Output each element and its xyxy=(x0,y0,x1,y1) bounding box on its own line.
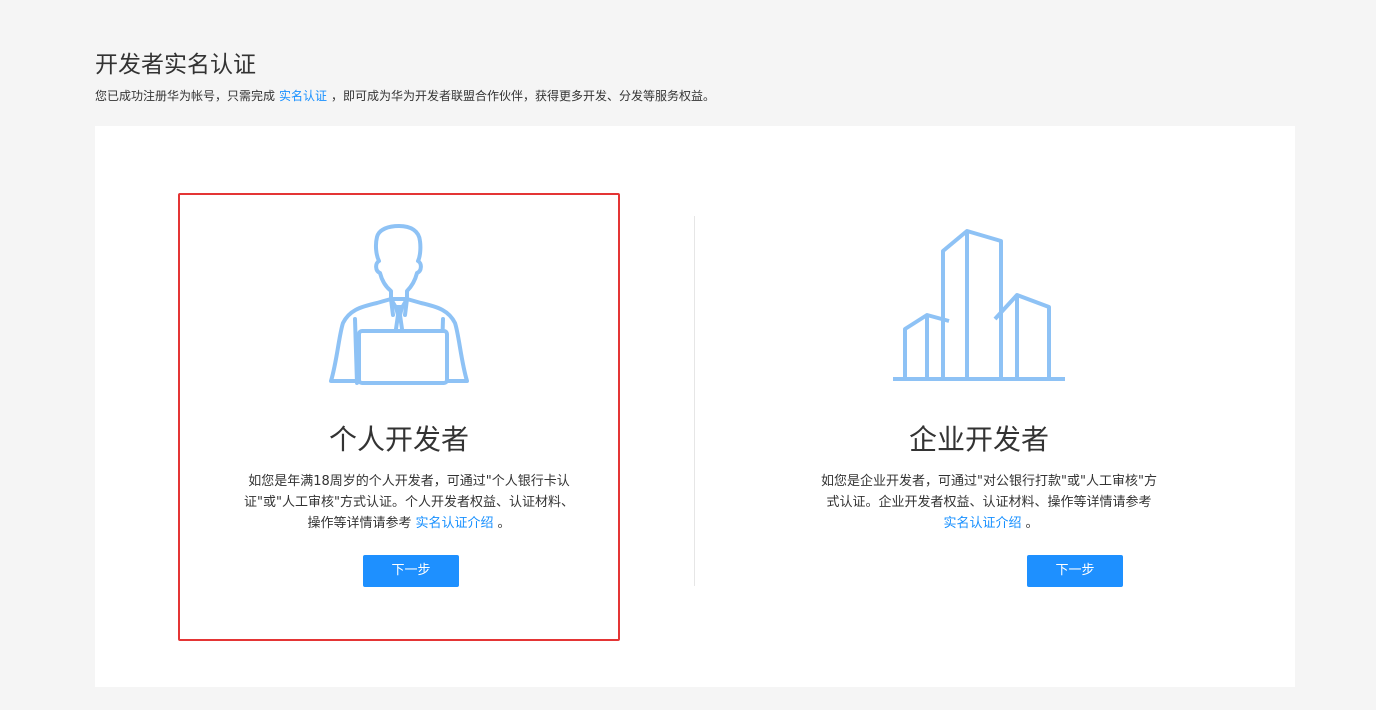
personal-developer-description: 如您是年满18周岁的个人开发者，可通过"个人银行卡认证"或"人工审核"方式认证。… xyxy=(240,471,578,534)
enterprise-developer-title: 企业开发者 xyxy=(908,423,1049,456)
buildings-icon xyxy=(760,223,1198,387)
personal-developer-card[interactable]: 个人开发者 如您是年满18周岁的个人开发者，可通过"个人银行卡认证"或"人工审核… xyxy=(178,193,620,641)
page-description-prefix: 您已成功注册华为帐号，只需完成 xyxy=(95,89,276,103)
main-panel: 个人开发者 如您是年满18周岁的个人开发者，可通过"个人银行卡认证"或"人工审核… xyxy=(95,126,1295,687)
enterprise-developer-description: 如您是企业开发者，可通过"对公银行打款"或"人工审核"方式认证。企业开发者权益、… xyxy=(820,471,1158,534)
page-header: 开发者实名认证 您已成功注册华为帐号，只需完成 实名认证 ，即可成为华为开发者联盟合… xyxy=(95,48,715,106)
real-name-auth-link[interactable]: 实名认证 xyxy=(279,89,327,103)
enterprise-developer-card[interactable]: 企业开发者 如您是企业开发者，可通过"对公银行打款"或"人工审核"方式认证。企业… xyxy=(758,193,1200,641)
page-description: 您已成功注册华为帐号，只需完成 实名认证 ，即可成为华为开发者联盟合作伙伴，获得更多… xyxy=(95,86,715,106)
enterprise-desc-end: 。 xyxy=(1025,516,1039,531)
enterprise-developer-desc-text: 如您是企业开发者，可通过"对公银行打款"或"人工审核"方式认证。企业开发者权益、… xyxy=(821,474,1157,510)
enterprise-next-button[interactable]: 下一步 xyxy=(1027,555,1123,587)
card-divider xyxy=(694,216,695,586)
person-laptop-icon xyxy=(180,223,618,387)
personal-auth-intro-link[interactable]: 实名认证介绍 xyxy=(415,516,493,531)
personal-desc-end: 。 xyxy=(497,516,511,531)
personal-developer-desc-text: 如您是年满18周岁的个人开发者，可通过"个人银行卡认证"或"人工审核"方式认证。… xyxy=(244,474,574,531)
personal-developer-title: 个人开发者 xyxy=(328,423,469,456)
personal-next-button[interactable]: 下一步 xyxy=(363,555,459,587)
enterprise-auth-intro-link[interactable]: 实名认证介绍 xyxy=(943,516,1021,531)
page-title: 开发者实名认证 xyxy=(95,52,256,78)
page-description-suffix: ，即可成为华为开发者联盟合作伙伴，获得更多开发、分发等服务权益。 xyxy=(331,89,716,103)
